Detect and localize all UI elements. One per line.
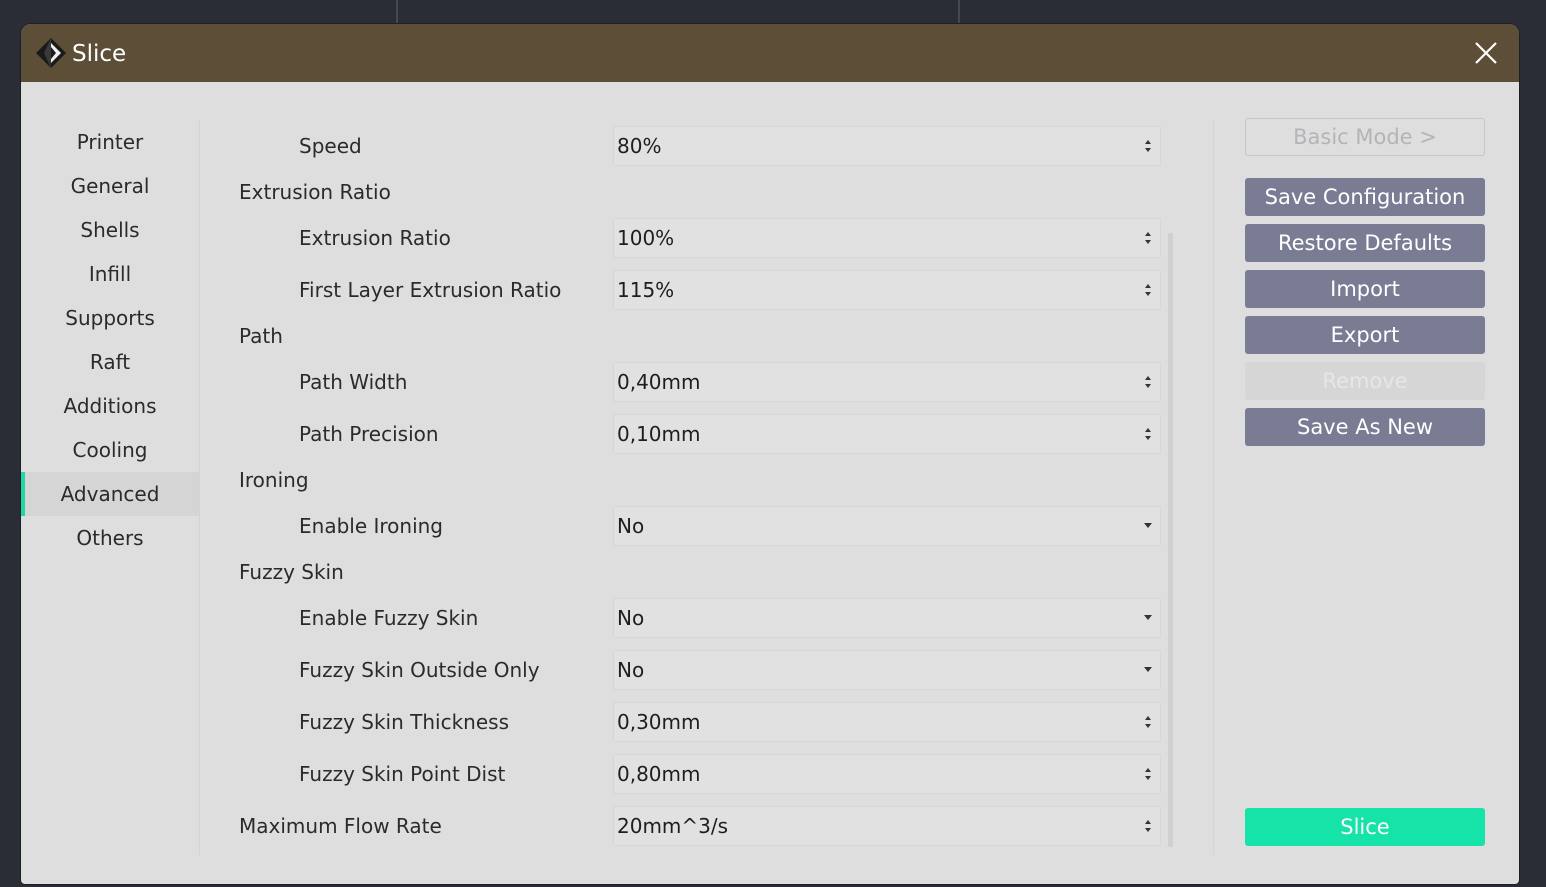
setting-label: Maximum Flow Rate (239, 814, 442, 838)
group-header-path: Path (21, 315, 1181, 357)
spinner-arrows-icon[interactable] (1143, 715, 1153, 729)
group-title: Fuzzy Skin (239, 560, 344, 584)
field-value: 0,80mm (617, 762, 701, 786)
setting-row-fuzzy-skin-thickness: Fuzzy Skin Thickness 0,30mm (21, 701, 1181, 743)
export-button[interactable]: Export (1245, 316, 1485, 354)
background-line (396, 0, 398, 24)
setting-label: Speed (299, 134, 362, 158)
setting-row-enable-ironing: Enable Ironing No (21, 505, 1181, 547)
setting-row-speed: Speed 80% (21, 125, 1181, 167)
setting-row-extrusion-ratio: Extrusion Ratio 100% (21, 217, 1181, 259)
field-value: No (617, 514, 645, 538)
background-line (958, 0, 960, 24)
spinner-arrows-icon[interactable] (1143, 283, 1153, 297)
scrollbar[interactable] (1168, 233, 1173, 847)
field-value: 100% (617, 226, 675, 250)
setting-label: Path Precision (299, 422, 439, 446)
first-layer-extrusion-ratio-spinbox[interactable]: 115% (613, 270, 1161, 310)
actions-divider (1213, 120, 1214, 855)
field-value: 0,10mm (617, 422, 701, 446)
enable-ironing-dropdown[interactable]: No (613, 506, 1161, 546)
setting-label: First Layer Extrusion Ratio (299, 278, 562, 302)
field-value: No (617, 606, 645, 630)
setting-label: Extrusion Ratio (299, 226, 451, 250)
setting-label: Enable Fuzzy Skin (299, 606, 479, 630)
group-title: Path (239, 324, 283, 348)
chevron-down-icon (1144, 667, 1152, 672)
group-header-ironing: Ironing (21, 459, 1181, 501)
field-value: 0,40mm (617, 370, 701, 394)
setting-row-first-layer-extrusion-ratio: First Layer Extrusion Ratio 115% (21, 269, 1181, 311)
spinner-arrows-icon[interactable] (1143, 139, 1153, 153)
app-logo-icon (36, 38, 66, 68)
save-as-new-button[interactable]: Save As New (1245, 408, 1485, 446)
maximum-flow-rate-spinbox[interactable]: 20mm^3/s (613, 806, 1161, 846)
extrusion-ratio-spinbox[interactable]: 100% (613, 218, 1161, 258)
setting-label: Path Width (299, 370, 408, 394)
setting-row-path-width: Path Width 0,40mm (21, 361, 1181, 403)
path-width-spinbox[interactable]: 0,40mm (613, 362, 1161, 402)
chevron-down-icon (1144, 615, 1152, 620)
setting-label: Fuzzy Skin Thickness (299, 710, 509, 734)
remove-button[interactable]: Remove (1245, 362, 1485, 400)
path-precision-spinbox[interactable]: 0,10mm (613, 414, 1161, 454)
spinner-arrows-icon[interactable] (1143, 767, 1153, 781)
close-icon[interactable] (1471, 38, 1501, 68)
group-title: Ironing (239, 468, 309, 492)
group-title: Extrusion Ratio (239, 180, 391, 204)
import-button[interactable]: Import (1245, 270, 1485, 308)
field-value: No (617, 658, 645, 682)
setting-label: Fuzzy Skin Outside Only (299, 658, 540, 682)
setting-row-enable-fuzzy-skin: Enable Fuzzy Skin No (21, 597, 1181, 639)
slice-button[interactable]: Slice (1245, 808, 1485, 846)
setting-row-path-precision: Path Precision 0,10mm (21, 413, 1181, 455)
restore-defaults-button[interactable]: Restore Defaults (1245, 224, 1485, 262)
field-value: 20mm^3/s (617, 814, 729, 838)
setting-row-maximum-flow-rate: Maximum Flow Rate 20mm^3/s (21, 805, 1181, 847)
field-value: 0,30mm (617, 710, 701, 734)
spinner-arrows-icon[interactable] (1143, 819, 1153, 833)
fuzzy-skin-outside-only-dropdown[interactable]: No (613, 650, 1161, 690)
titlebar: Slice (21, 24, 1519, 82)
save-configuration-button[interactable]: Save Configuration (1245, 178, 1485, 216)
setting-row-fuzzy-skin-point-dist: Fuzzy Skin Point Dist 0,80mm (21, 753, 1181, 795)
basic-mode-button[interactable]: Basic Mode > (1245, 118, 1485, 156)
setting-label: Enable Ironing (299, 514, 444, 538)
setting-label: Fuzzy Skin Point Dist (299, 762, 506, 786)
enable-fuzzy-skin-dropdown[interactable]: No (613, 598, 1161, 638)
spinner-arrows-icon[interactable] (1143, 231, 1153, 245)
fuzzy-skin-point-dist-spinbox[interactable]: 0,80mm (613, 754, 1161, 794)
spinner-arrows-icon[interactable] (1143, 427, 1153, 441)
dialog-title: Slice (72, 41, 127, 67)
field-value: 80% (617, 134, 662, 158)
spinner-arrows-icon[interactable] (1143, 375, 1153, 389)
field-value: 115% (617, 278, 675, 302)
slice-dialog: Slice Printer General Shells Infill Supp… (21, 24, 1519, 884)
fuzzy-skin-thickness-spinbox[interactable]: 0,30mm (613, 702, 1161, 742)
setting-row-fuzzy-skin-outside-only: Fuzzy Skin Outside Only No (21, 649, 1181, 691)
chevron-down-icon (1144, 523, 1152, 528)
group-header-fuzzy-skin: Fuzzy Skin (21, 551, 1181, 593)
group-header-extrusion: Extrusion Ratio (21, 171, 1181, 213)
speed-spinbox[interactable]: 80% (613, 126, 1161, 166)
